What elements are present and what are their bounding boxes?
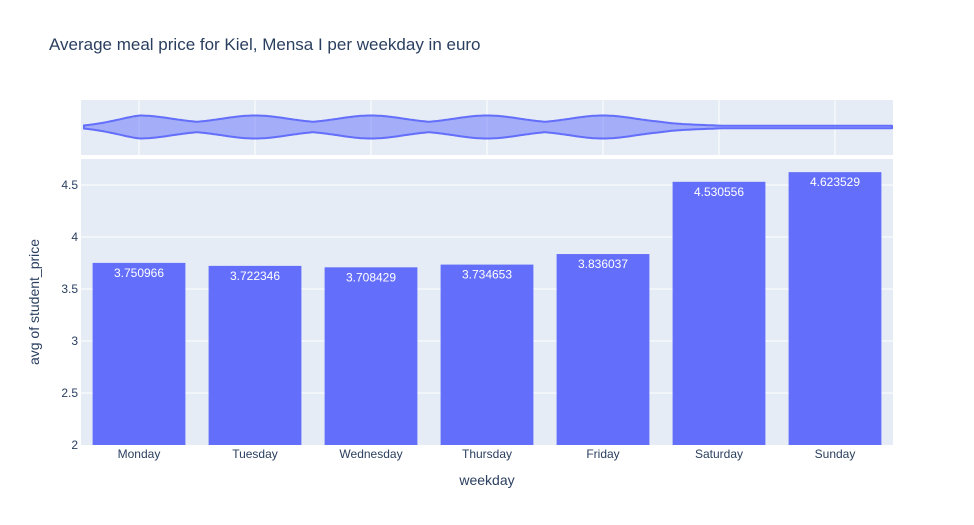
bar-saturday [672, 181, 766, 445]
x-tick-label: Saturday [695, 447, 743, 461]
y-tick-label: 2 [71, 438, 78, 452]
x-tick-label: Wednesday [339, 447, 402, 461]
bar-value-label: 3.836037 [578, 257, 628, 271]
y-tick-label: 4 [71, 230, 78, 244]
y-tick-label: 2.5 [61, 386, 78, 400]
x-tick-label: Friday [586, 447, 619, 461]
bar-value-label: 3.708429 [346, 270, 396, 284]
bar-thursday [440, 264, 534, 445]
x-tick-label: Tuesday [232, 447, 278, 461]
bar-value-label: 3.722346 [230, 269, 280, 283]
bar-value-label: 4.530556 [694, 185, 744, 199]
chart-container: Average meal price for Kiel, Mensa I per… [0, 0, 974, 525]
chart-title: Average meal price for Kiel, Mensa I per… [49, 35, 481, 54]
bar-sunday [788, 172, 882, 445]
bar-monday [92, 262, 186, 445]
y-tick-label: 4.5 [61, 178, 78, 192]
bar-value-label: 3.734653 [462, 268, 512, 282]
main-plot-area: 2 2.5 3 3.5 4 4.5 3.750966 Monday 3.722346 Tuesda… [61, 159, 893, 461]
y-tick-label: 3 [71, 334, 78, 348]
marginal-violin-plot [81, 100, 893, 155]
x-axis-title: weekday [458, 472, 514, 488]
bar-tuesday [208, 265, 302, 445]
bar-wednesday [324, 267, 418, 445]
y-tick-label: 3.5 [61, 282, 78, 296]
bar-value-label: 3.750966 [114, 266, 164, 280]
bar-chart: Average meal price for Kiel, Mensa I per… [26, 35, 893, 488]
bar-value-label: 4.623529 [810, 175, 860, 189]
y-axis-title: avg of student_price [26, 239, 42, 365]
x-tick-label: Monday [118, 447, 161, 461]
x-tick-label: Sunday [815, 447, 856, 461]
x-tick-label: Thursday [462, 447, 512, 461]
bar-friday [556, 254, 650, 445]
